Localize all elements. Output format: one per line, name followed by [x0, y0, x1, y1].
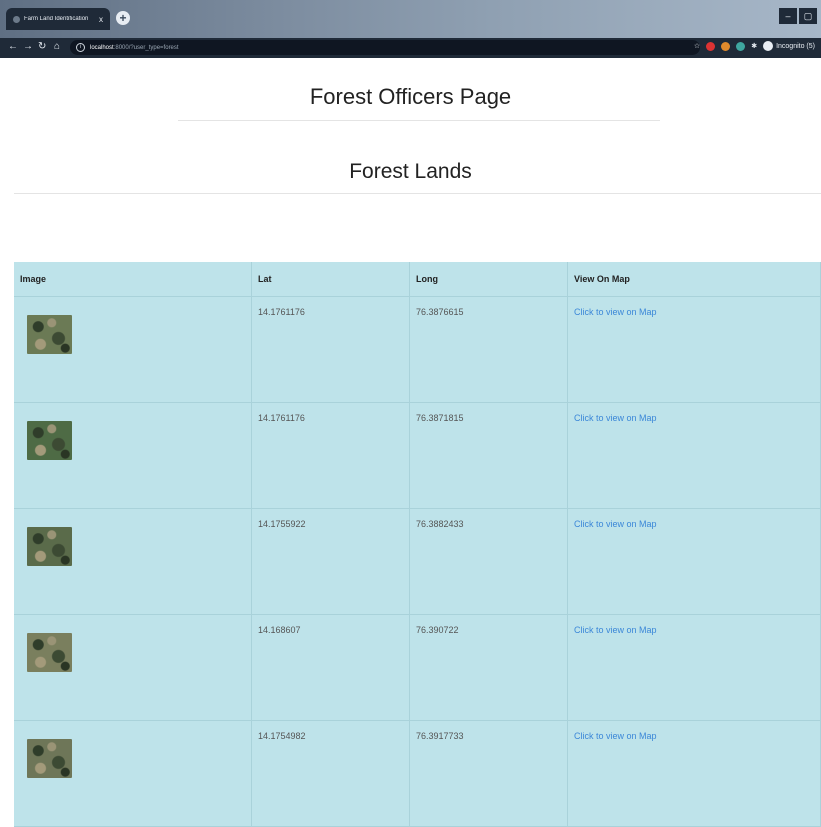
map-cell: Click to view on Map: [567, 296, 821, 403]
browser-titlebar: Farm Land Identification x + – ▢: [0, 0, 821, 38]
view-on-map-link[interactable]: Click to view on Map: [574, 731, 657, 741]
column-header-lat: Lat: [251, 262, 410, 297]
home-icon[interactable]: ⌂: [54, 41, 60, 52]
maximize-button[interactable]: ▢: [799, 8, 817, 24]
column-header-image: Image: [14, 262, 252, 297]
browser-tab[interactable]: Farm Land Identification x: [6, 8, 110, 30]
land-thumbnail: [27, 633, 72, 672]
view-on-map-link[interactable]: Click to view on Map: [574, 519, 657, 529]
incognito-icon: [763, 41, 774, 51]
incognito-label: Incognito (5): [776, 42, 815, 50]
land-thumbnail: [27, 315, 72, 354]
reload-icon[interactable]: ↻: [38, 41, 46, 52]
table-row: 14.1761176 76.3871815 Click to view on M…: [14, 402, 821, 509]
long-cell: 76.390722: [409, 614, 568, 721]
land-thumbnail: [27, 739, 72, 778]
long-cell: 76.3871815: [409, 402, 568, 509]
window-controls: – ▢: [779, 8, 817, 24]
map-cell: Click to view on Map: [567, 614, 821, 721]
url-path: :8000/?user_type=forest: [113, 44, 179, 51]
divider: [14, 193, 821, 194]
address-bar[interactable]: i localhost:8000/?user_type=forest: [70, 40, 700, 55]
extension-icon[interactable]: [736, 41, 746, 51]
puzzle-extensions-icon[interactable]: ✱: [751, 42, 757, 50]
table-row: 14.1755922 76.3882433 Click to view on M…: [14, 508, 821, 615]
tab-favicon-icon: [13, 15, 20, 23]
table-row: 14.1761176 76.3876615 Click to view on M…: [14, 296, 821, 403]
tab-close-icon[interactable]: x: [99, 15, 103, 24]
lat-cell: 14.1755922: [251, 508, 410, 615]
section-title: Forest Lands: [349, 160, 472, 183]
view-on-map-link[interactable]: Click to view on Map: [574, 625, 657, 635]
divider: [178, 120, 660, 121]
page-title: Forest Officers Page: [309, 84, 512, 109]
column-header-long: Long: [409, 262, 568, 297]
image-cell: [14, 508, 252, 615]
back-arrow-icon[interactable]: ←: [8, 41, 18, 52]
lat-cell: 14.168607: [251, 614, 410, 721]
lat-cell: 14.1761176: [251, 402, 410, 509]
lat-cell: 14.1761176: [251, 296, 410, 403]
view-on-map-link[interactable]: Click to view on Map: [574, 307, 657, 317]
browser-toolbar: ← → ↻ ⌂ i localhost:8000/?user_type=fore…: [0, 38, 821, 58]
long-cell: 76.3882433: [409, 508, 568, 615]
info-icon[interactable]: i: [76, 43, 85, 52]
map-cell: Click to view on Map: [567, 402, 821, 509]
table-row: 14.168607 76.390722 Click to view on Map: [14, 614, 821, 721]
map-cell: Click to view on Map: [567, 508, 821, 615]
adblock-extension-icon[interactable]: [706, 41, 716, 51]
tab-title: Farm Land Identification: [24, 16, 89, 22]
extension-icon[interactable]: [721, 41, 731, 51]
image-cell: [14, 614, 252, 721]
view-on-map-link[interactable]: Click to view on Map: [574, 413, 657, 423]
land-thumbnail: [27, 527, 72, 566]
new-tab-button[interactable]: +: [116, 11, 130, 25]
minimize-button[interactable]: –: [779, 8, 797, 24]
extensions-area: ☆ ✱ Incognito (5): [694, 41, 815, 51]
table-row: 14.1754982 76.3917733 Click to view on M…: [14, 720, 821, 827]
bookmark-star-icon[interactable]: ☆: [694, 42, 700, 50]
image-cell: [14, 296, 252, 403]
incognito-indicator[interactable]: Incognito (5): [763, 41, 815, 51]
forest-lands-table: Image Lat Long View On Map 14.1761176 76…: [14, 262, 821, 827]
forward-arrow-icon[interactable]: →: [23, 41, 33, 52]
land-thumbnail: [27, 421, 72, 460]
image-cell: [14, 402, 252, 509]
lat-cell: 14.1754982: [251, 720, 410, 827]
image-cell: [14, 720, 252, 827]
long-cell: 76.3876615: [409, 296, 568, 403]
url-host: localhost: [90, 44, 114, 51]
table-header-row: Image Lat Long View On Map: [14, 262, 821, 297]
long-cell: 76.3917733: [409, 720, 568, 827]
column-header-view-on-map: View On Map: [567, 262, 821, 297]
map-cell: Click to view on Map: [567, 720, 821, 827]
